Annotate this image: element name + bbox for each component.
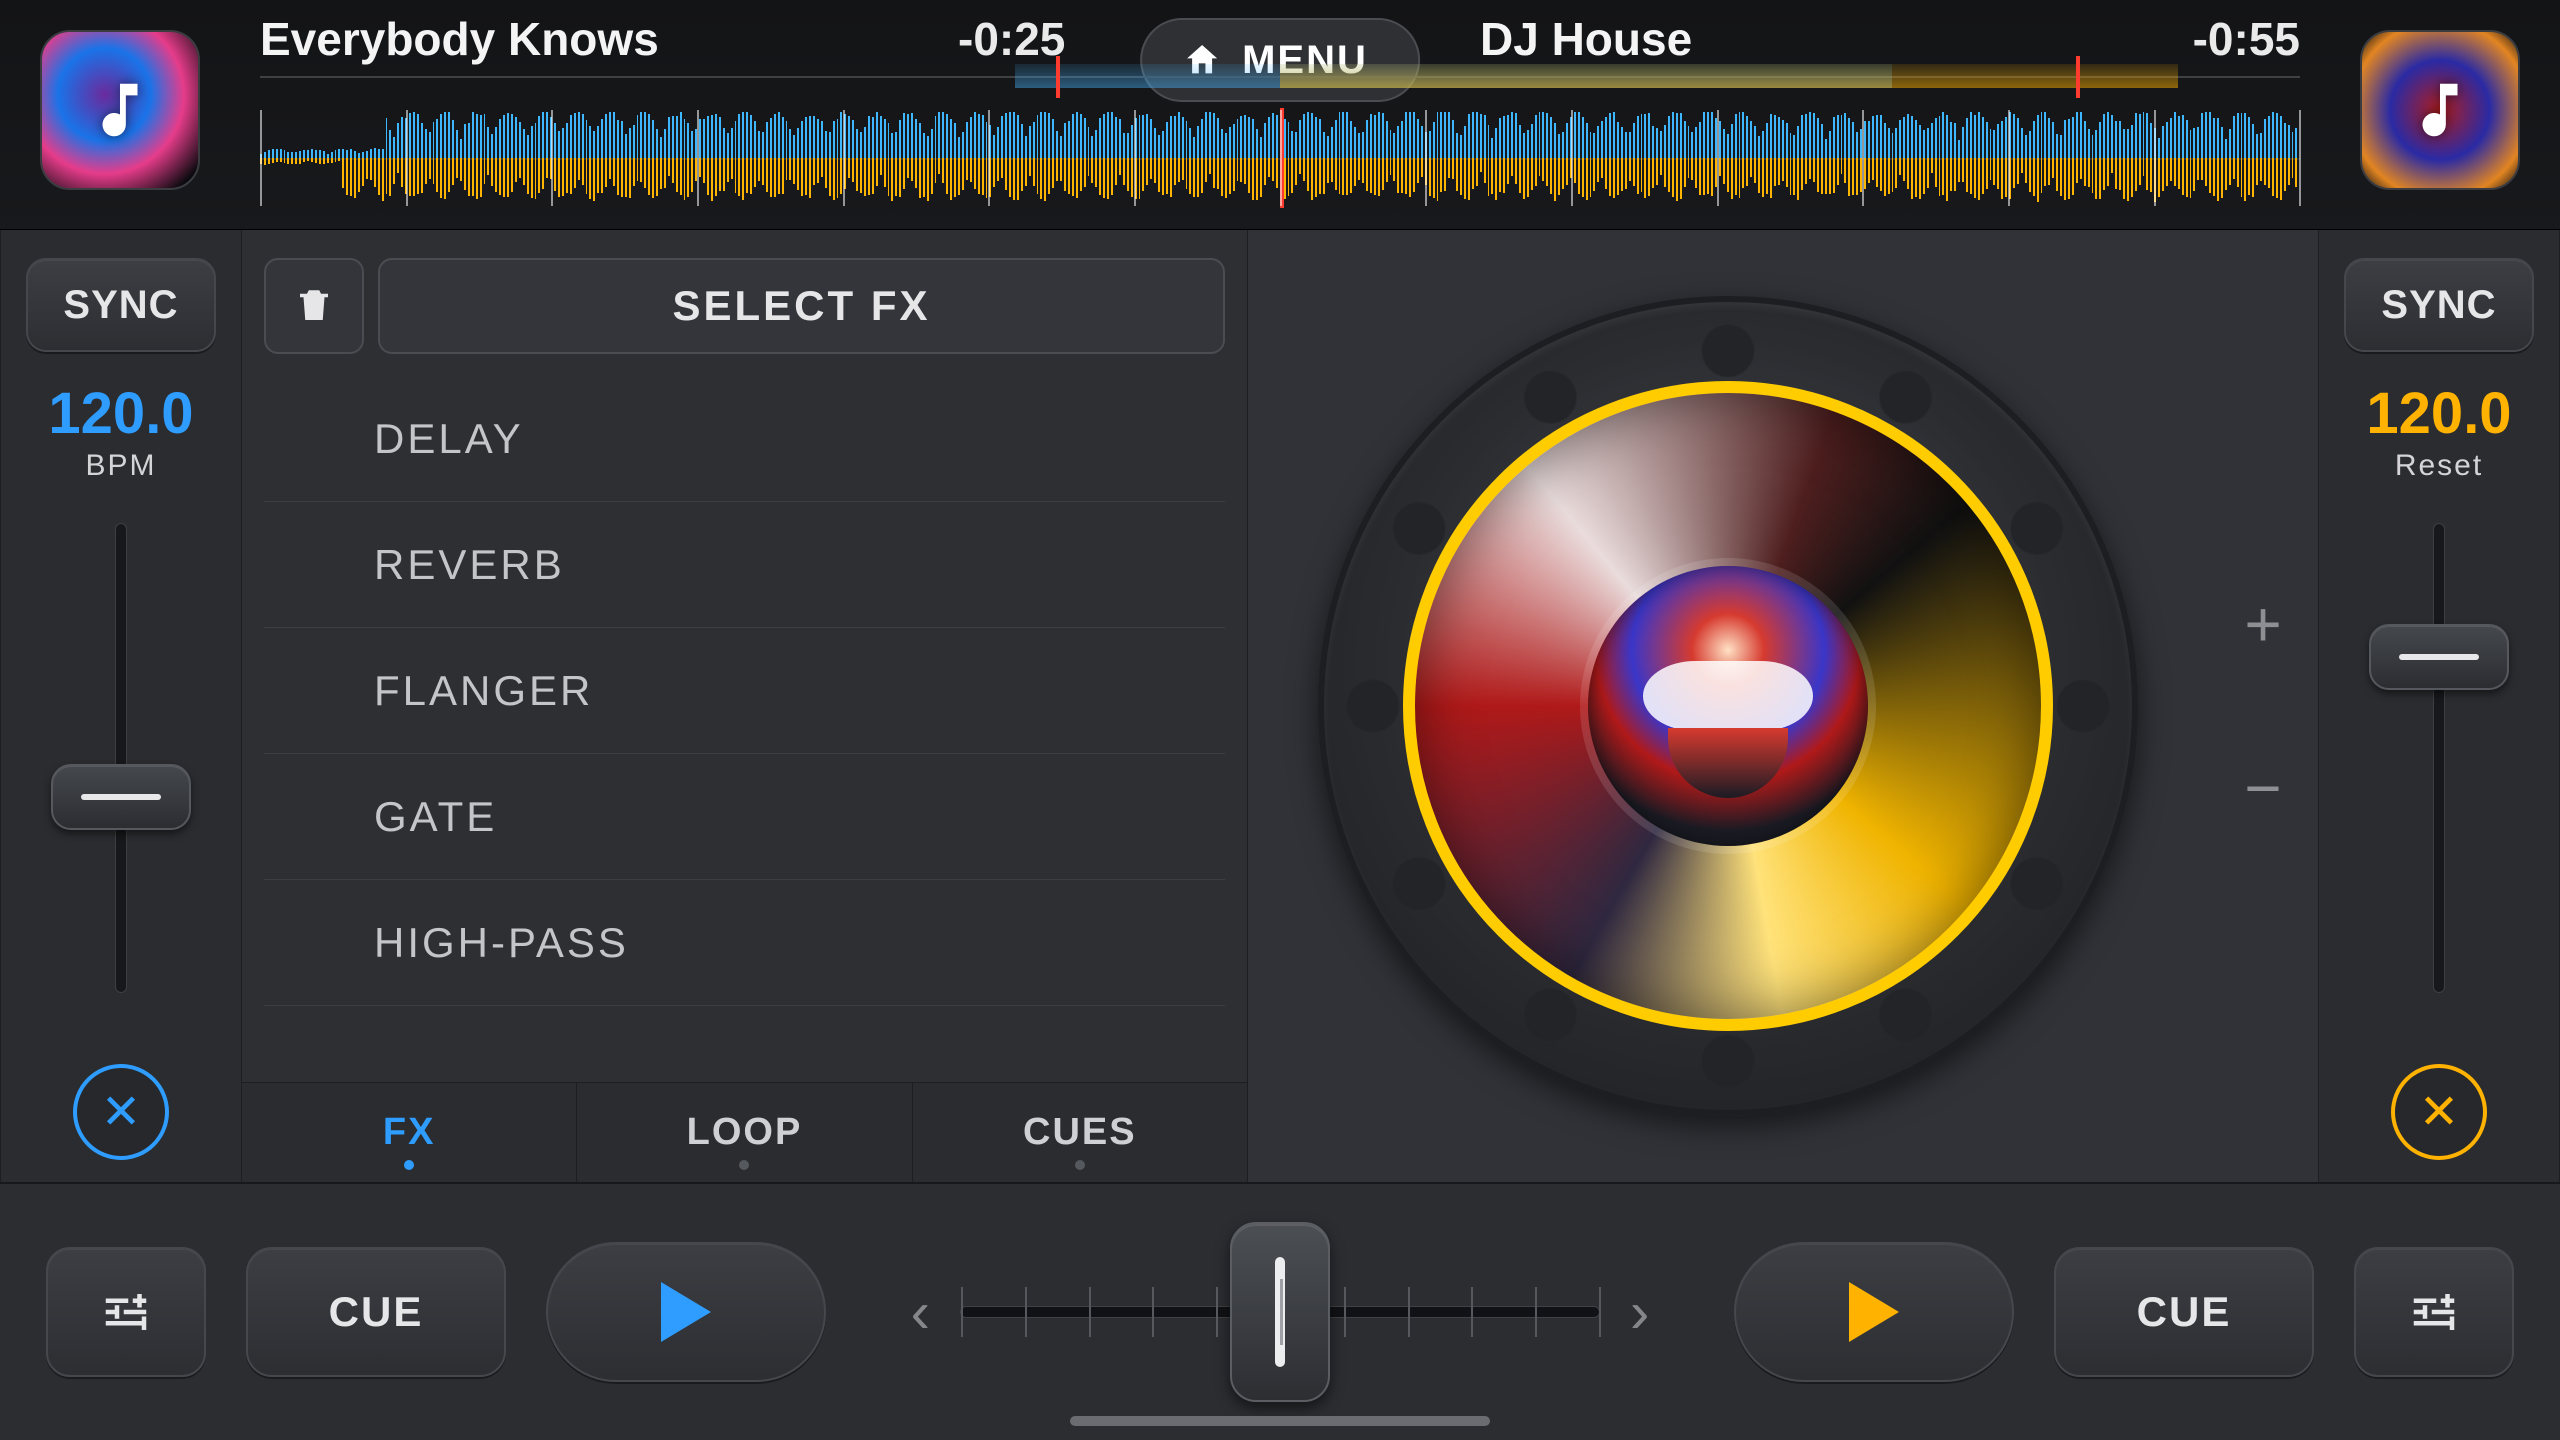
deck-b-jog-wheel[interactable] <box>1318 296 2138 1116</box>
fx-item-highpass[interactable]: HIGH-PASS <box>264 880 1225 1006</box>
scrolling-waveform[interactable] <box>260 110 2300 206</box>
deck-a-album-art[interactable] <box>40 30 200 190</box>
deck-a-settings-button[interactable] <box>46 1247 206 1377</box>
deck-a-play-button[interactable] <box>546 1242 826 1382</box>
deck-b-play-button[interactable] <box>1734 1242 2014 1382</box>
deck-b-side-column: SYNC 120.0 Reset ✕ <box>2318 230 2560 1182</box>
fx-item-delay[interactable]: DELAY <box>264 376 1225 502</box>
music-note-icon <box>2405 75 2475 145</box>
deck-a-bpm-unit: BPM <box>85 449 156 483</box>
deck-a-tempo-slider[interactable] <box>115 523 127 993</box>
fx-clear-button[interactable] <box>264 258 364 354</box>
deck-a-cue-button[interactable]: CUE <box>246 1247 506 1377</box>
fx-item-flanger[interactable]: FLANGER <box>264 628 1225 754</box>
crossfader-right-chevron[interactable]: › <box>1630 1279 1649 1346</box>
tab-loop[interactable]: LOOP <box>577 1083 912 1182</box>
tab-cues[interactable]: CUES <box>913 1083 1247 1182</box>
deck-a-close-button[interactable]: ✕ <box>73 1064 169 1160</box>
deck-b-nudge-column: + − <box>2208 230 2318 1182</box>
crossfader[interactable] <box>960 1306 1600 1318</box>
tab-fx[interactable]: FX <box>242 1083 577 1182</box>
fx-item-reverb[interactable]: REVERB <box>264 502 1225 628</box>
deck-b-close-button[interactable]: ✕ <box>2391 1064 2487 1160</box>
deck-b-album-art[interactable] <box>2360 30 2520 190</box>
deck-b-bpm-action[interactable]: Reset <box>2395 449 2483 483</box>
music-note-icon <box>85 75 155 145</box>
deck-b-nudge-minus[interactable]: − <box>2244 751 2281 825</box>
select-fx-button[interactable]: SELECT FX <box>378 258 1225 354</box>
fx-panel: SELECT FX DELAY REVERB FLANGER GATE HIGH… <box>242 230 1248 1182</box>
crossfader-left-chevron[interactable]: ‹ <box>911 1279 930 1346</box>
deck-a-tempo-knob[interactable] <box>51 764 191 830</box>
deck-b-bpm-value[interactable]: 120.0 <box>2366 380 2511 447</box>
home-indicator[interactable] <box>1070 1416 1490 1426</box>
play-icon <box>1849 1282 1899 1342</box>
deck-b-cue-button[interactable]: CUE <box>2054 1247 2314 1377</box>
deck-b-overview-playhead <box>2076 56 2080 98</box>
crossfader-area: ‹ › <box>866 1279 1694 1346</box>
transport-bar: CUE ‹ › CUE <box>0 1182 2560 1440</box>
deck-a-sync-button[interactable]: SYNC <box>26 258 216 352</box>
header-waveform-area: Everybody Knows -0:25 DJ House -0:55 MEN… <box>0 0 2560 230</box>
deck-b-jog-area <box>1248 230 2208 1182</box>
fx-list: DELAY REVERB FLANGER GATE HIGH-PASS <box>264 376 1225 1082</box>
trash-icon <box>293 285 335 327</box>
fx-item-gate[interactable]: GATE <box>264 754 1225 880</box>
deck-a-overview-playhead <box>1056 56 1060 98</box>
deck-b-nudge-plus[interactable]: + <box>2244 587 2281 661</box>
deck-b-vinyl-label <box>1588 566 1868 846</box>
overview-waveform[interactable] <box>260 56 2300 96</box>
deck-a-side-column: SYNC 120.0 BPM ✕ <box>0 230 242 1182</box>
sliders-icon <box>2407 1285 2461 1339</box>
play-icon <box>661 1282 711 1342</box>
deck-a-bpm-value[interactable]: 120.0 <box>48 380 193 447</box>
deck-b-tempo-knob[interactable] <box>2369 624 2509 690</box>
deck-b-settings-button[interactable] <box>2354 1247 2514 1377</box>
deck-b-sync-button[interactable]: SYNC <box>2344 258 2534 352</box>
sliders-icon <box>99 1285 153 1339</box>
deck-b-tempo-slider[interactable] <box>2433 523 2445 993</box>
panel-tabs: FX LOOP CUES <box>242 1082 1247 1182</box>
